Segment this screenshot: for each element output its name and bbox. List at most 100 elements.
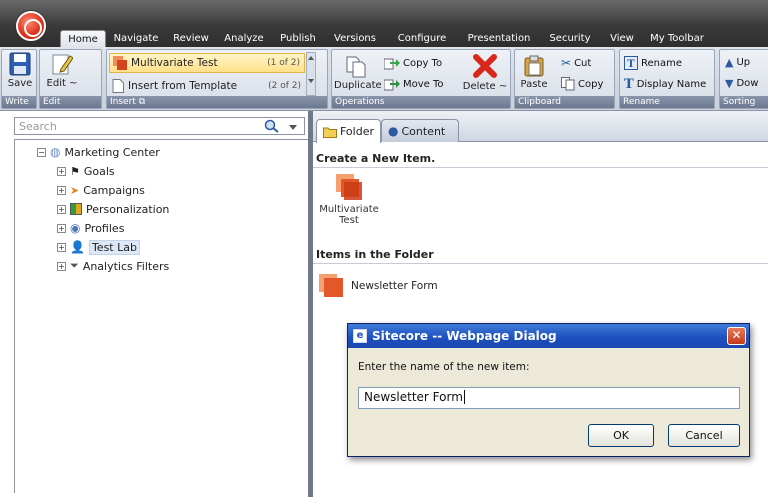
insert-item-multivariate-test[interactable]: Multivariate Test (1 of 2) (109, 53, 305, 73)
move-to-icon (384, 79, 400, 91)
insert-gallery: Multivariate Test (1 of 2) Insert from T… (109, 52, 316, 96)
search-input[interactable]: Search (14, 117, 305, 135)
tree-node-marketing-center[interactable]: − ◍ Marketing Center (37, 144, 160, 160)
expand-toggle-icon[interactable]: + (57, 261, 66, 271)
tab-folder-label: Folder (340, 125, 374, 138)
sort-down-button[interactable]: ▼ Dow (725, 77, 758, 90)
ribbon: Save Write Edit ~ Edit Multivariate Test… (0, 47, 768, 111)
tree-node-personalization[interactable]: + Personalization (57, 201, 169, 217)
collapse-toggle-icon[interactable]: − (37, 147, 46, 157)
group-insert: Multivariate Test (1 of 2) Insert from T… (106, 49, 328, 109)
content-globe-icon: ● (388, 124, 399, 138)
tab-versions[interactable]: Versions (324, 30, 386, 48)
search-icon[interactable] (264, 119, 280, 133)
insert-item-from-template[interactable]: Insert from Template (2 of 2) (109, 76, 305, 96)
group-clipboard: Paste ✂ Cut Copy Clipboard (514, 49, 615, 109)
expand-toggle-icon[interactable]: + (57, 204, 66, 214)
marketing-center-icon: ◍ (50, 145, 61, 159)
display-name-button[interactable]: T Display Name (624, 77, 706, 92)
copy-to-icon (384, 58, 400, 70)
search-placeholder: Search (19, 120, 57, 133)
insert-item-label: Insert from Template (128, 80, 238, 92)
content-tree: − ◍ Marketing Center + ⚑ Goals + ➤ Campa… (14, 139, 308, 493)
multivariate-test-icon (319, 274, 343, 297)
close-icon[interactable]: ✕ (727, 327, 746, 345)
rename-label: Rename (641, 57, 683, 69)
rename-button[interactable]: T Rename (624, 56, 682, 70)
save-button[interactable]: Save (4, 52, 36, 89)
tab-navigate[interactable]: Navigate (106, 30, 166, 48)
sort-up-button[interactable]: ▲ Up (725, 56, 750, 69)
group-write-caption: Write (2, 96, 36, 108)
tab-configure[interactable]: Configure (386, 30, 458, 48)
items-in-folder-heading: Items in the Folder (316, 248, 434, 261)
arrow-up-icon: ▲ (725, 56, 734, 69)
display-name-icon: T (624, 77, 634, 92)
copy-label: Copy (578, 78, 604, 90)
copy-to-label: Copy To (403, 57, 443, 69)
group-rename-caption: Rename (620, 96, 714, 108)
duplicate-label: Duplicate (334, 80, 382, 91)
cut-label: Cut (574, 57, 592, 69)
webpage-dialog: e Sitecore -- Webpage Dialog ✕ Enter the… (347, 323, 750, 457)
folder-item[interactable]: Newsletter Form (319, 274, 438, 298)
tree-node-analytics-filters[interactable]: + ⏷ Analytics Filters (57, 258, 169, 274)
scroll-down-icon[interactable] (308, 79, 314, 83)
tree-node-label: Personalization (86, 202, 170, 216)
create-new-item-heading: Create a New Item. (316, 152, 436, 165)
group-rename: T Rename T Display Name Rename (619, 49, 715, 109)
expand-toggle-icon[interactable]: + (57, 185, 66, 195)
tab-presentation[interactable]: Presentation (458, 30, 540, 48)
tab-home[interactable]: Home (60, 30, 106, 48)
ok-button[interactable]: OK (588, 424, 654, 447)
rename-icon: T (624, 56, 638, 70)
paste-button[interactable]: Paste (517, 55, 551, 90)
delete-label: Delete ~ (462, 81, 508, 92)
sort-down-label: Dow (736, 78, 759, 89)
tab-view[interactable]: View (600, 30, 644, 48)
edit-button[interactable]: Edit ~ (42, 52, 82, 89)
tab-content[interactable]: ● Content (381, 119, 459, 142)
create-item-multivariate-test[interactable]: Multivariate Test (319, 174, 379, 226)
delete-x-icon (473, 54, 497, 78)
tree-node-label: Goals (83, 164, 115, 178)
item-name-field[interactable]: Newsletter Form (358, 387, 740, 409)
insert-caption-label: Insert (110, 97, 136, 107)
tree-node-goals[interactable]: + ⚑ Goals (57, 163, 115, 179)
tab-publish[interactable]: Publish (272, 30, 324, 48)
insert-gallery-scrollbar[interactable] (306, 52, 316, 96)
sitecore-logo-icon[interactable] (16, 11, 46, 41)
group-edit: Edit ~ Edit (39, 49, 102, 109)
duplicate-button[interactable]: Duplicate (334, 56, 382, 91)
multivariate-test-icon (336, 174, 362, 200)
tree-node-test-lab[interactable]: + 👤 Test Lab (57, 239, 140, 255)
dialog-prompt: Enter the name of the new item: (358, 361, 530, 373)
expand-dialog-icon[interactable]: ⧉ (139, 97, 145, 107)
cancel-button[interactable]: Cancel (668, 424, 740, 447)
tree-node-campaigns[interactable]: + ➤ Campaigns (57, 182, 145, 198)
paste-clipboard-icon (524, 55, 544, 77)
search-options-dropdown[interactable] (289, 125, 297, 130)
tab-analyze[interactable]: Analyze (216, 30, 272, 48)
tree-node-profiles[interactable]: + ◉ Profiles (57, 220, 124, 236)
test-lab-icon: 👤 (70, 240, 85, 254)
expand-toggle-icon[interactable]: + (57, 242, 66, 252)
copy-to-button[interactable]: Copy To (384, 56, 442, 70)
copy-button[interactable]: Copy (561, 77, 603, 91)
group-clipboard-caption: Clipboard (515, 96, 614, 108)
delete-button[interactable]: Delete ~ (462, 53, 508, 92)
filter-funnel-icon: ⏷ (70, 259, 79, 272)
copy-icon (561, 77, 575, 91)
tab-review[interactable]: Review (166, 30, 216, 48)
expand-toggle-icon[interactable]: + (57, 223, 66, 233)
move-to-button[interactable]: Move To (384, 77, 444, 91)
cut-button[interactable]: ✂ Cut (561, 56, 591, 70)
tab-folder[interactable]: Folder (316, 119, 381, 143)
profiles-icon: ◉ (70, 221, 81, 235)
tab-my-toolbar[interactable]: My Toolbar (644, 30, 710, 48)
tree-node-label: Profiles (84, 221, 125, 235)
tab-security[interactable]: Security (540, 30, 600, 48)
scroll-up-icon[interactable] (308, 56, 314, 60)
expand-toggle-icon[interactable]: + (57, 166, 66, 176)
goals-flag-icon: ⚑ (70, 164, 80, 178)
